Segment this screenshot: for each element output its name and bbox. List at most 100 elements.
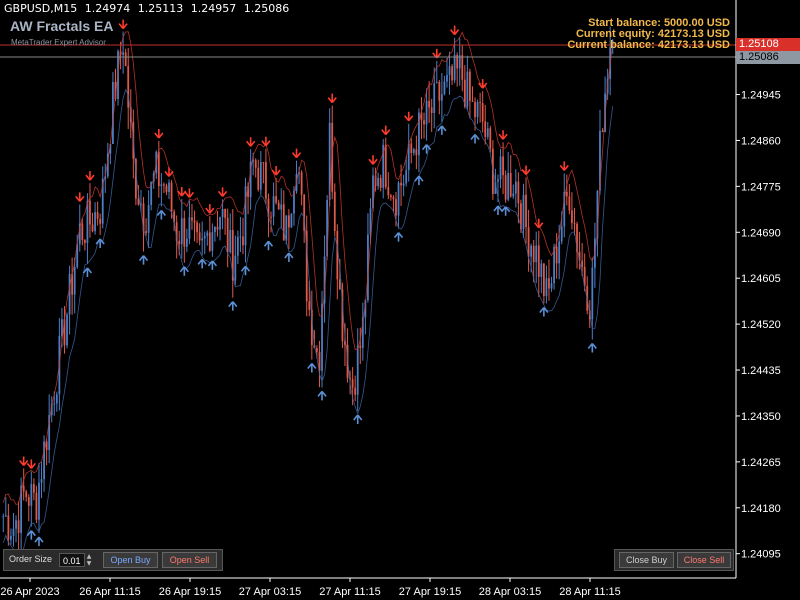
candle-body: [540, 263, 543, 277]
candle-body: [448, 66, 451, 75]
price-tick-label: 1.24690: [741, 227, 781, 239]
high-price: 1.25113: [137, 2, 184, 15]
candle-body: [359, 345, 362, 348]
candle-body: [548, 278, 550, 289]
stepper-up-icon[interactable]: ▲: [85, 553, 93, 560]
candle-body: [474, 101, 476, 118]
candle-body: [236, 237, 239, 256]
time-tick-label: 27 Apr 11:15: [319, 586, 381, 598]
ea-title: AW Fractals EA: [10, 18, 114, 34]
candle-body: [412, 149, 415, 153]
candle-body: [193, 220, 196, 223]
candle-body: [423, 120, 425, 125]
price-tick-label: 1.24095: [741, 549, 781, 561]
ask-price-tag: 1.25108: [736, 38, 800, 51]
price-tick-label: 1.24265: [741, 457, 781, 469]
candle-body: [219, 217, 221, 230]
chart-background: [0, 0, 800, 600]
candle-body: [471, 100, 474, 102]
candle-body: [22, 485, 25, 492]
ea-subtitle: MetaTrader Expert Advisor: [11, 38, 106, 47]
candle-body: [532, 245, 535, 263]
candle-body: [81, 223, 84, 241]
price-chart[interactable]: 1.250301.249451.248601.247751.246901.246…: [0, 0, 800, 600]
candle-body: [405, 170, 408, 184]
time-tick-label: 26 Apr 19:15: [159, 586, 221, 598]
candle-body: [591, 267, 594, 320]
symbol-ohlc-line: GBPUSD,M15 1.24974 1.25113 1.24957 1.250…: [4, 2, 293, 15]
candle-body: [486, 128, 489, 137]
candle-body: [466, 71, 469, 107]
candle-body: [196, 222, 198, 233]
order-size-stepper[interactable]: ▲ ▼: [85, 553, 93, 567]
stepper-down-icon[interactable]: ▼: [85, 560, 93, 567]
candle-body: [300, 172, 303, 195]
candle-body: [453, 54, 456, 81]
candle-body: [185, 238, 188, 247]
candle-body: [257, 167, 260, 190]
candle-body: [545, 278, 548, 297]
candle-body: [384, 144, 387, 188]
candle-body: [66, 314, 68, 346]
candle-body: [224, 208, 227, 218]
candle-body: [259, 162, 262, 190]
candle-body: [601, 130, 604, 132]
candle-body: [573, 223, 576, 225]
candle-body: [12, 528, 15, 536]
candle-body: [395, 199, 397, 216]
candle-body: [356, 345, 359, 395]
candle-body: [287, 215, 290, 228]
candle-body: [410, 143, 413, 153]
candle-body: [242, 236, 244, 246]
candle-body: [571, 210, 573, 224]
candle-body: [351, 379, 354, 388]
close-buy-button[interactable]: Close Buy: [619, 552, 674, 568]
open-buy-button[interactable]: Open Buy: [103, 552, 158, 568]
candle-body: [435, 82, 438, 84]
candle-body: [440, 94, 443, 101]
candle-body: [214, 226, 216, 232]
candle-body: [17, 520, 20, 533]
candle-body: [170, 182, 173, 212]
symbol-name: GBPUSD,M15: [4, 2, 78, 15]
candle-body: [565, 191, 568, 197]
time-tick-label: 28 Apr 03:15: [479, 586, 541, 598]
candle-body: [428, 100, 431, 108]
candle-body: [55, 394, 58, 404]
candle-body: [73, 267, 76, 295]
time-tick-label: 27 Apr 19:15: [399, 586, 461, 598]
candle-body: [2, 516, 5, 518]
candle-body: [25, 491, 28, 498]
candle-body: [581, 260, 584, 267]
price-tick-label: 1.24605: [741, 273, 781, 285]
candle-body: [163, 184, 165, 186]
candle-body: [542, 263, 545, 297]
candle-body: [535, 245, 538, 263]
candle-body: [537, 245, 540, 277]
candle-body: [479, 102, 482, 104]
candle-body: [527, 227, 530, 257]
candle-body: [379, 177, 382, 188]
bid-price-tag: 1.25086: [736, 51, 800, 64]
candle-body: [489, 128, 492, 149]
candle-body: [555, 246, 558, 264]
candle-body: [275, 196, 278, 203]
price-tick-label: 1.24860: [741, 135, 781, 147]
candle-body: [509, 172, 512, 197]
price-tick-label: 1.24435: [741, 365, 781, 377]
candle-body: [96, 212, 99, 219]
candle-body: [316, 348, 318, 352]
candle-body: [91, 224, 94, 232]
candle-body: [40, 479, 43, 483]
candle-body: [35, 492, 38, 520]
open-sell-button[interactable]: Open Sell: [162, 552, 217, 568]
time-tick-label: 27 Apr 03:15: [239, 586, 301, 598]
order-size-input[interactable]: 0.01: [59, 553, 85, 567]
candle-body: [188, 217, 191, 239]
time-tick-label: 28 Apr 11:15: [559, 586, 621, 598]
candle-body: [469, 71, 471, 101]
candle-body: [211, 231, 214, 251]
price-tick-label: 1.24775: [741, 181, 781, 193]
close-sell-button[interactable]: Close Sell: [677, 552, 731, 568]
candle-body: [354, 387, 357, 395]
